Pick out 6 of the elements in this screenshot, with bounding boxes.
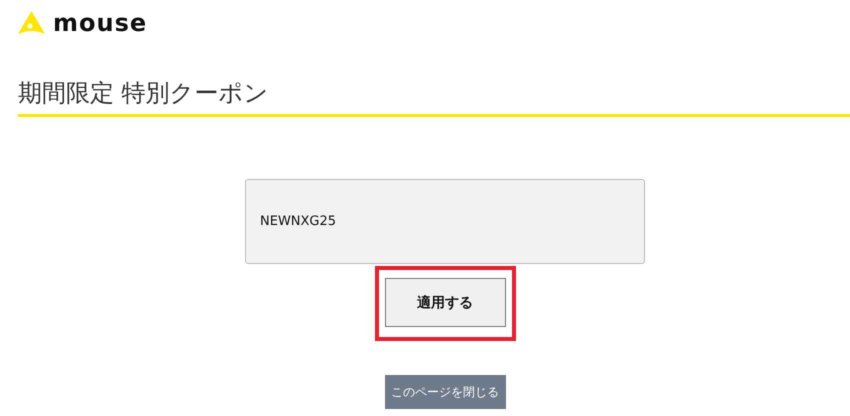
logo-icon xyxy=(18,11,45,35)
coupon-code-field[interactable]: NEWNXG25 xyxy=(245,179,645,264)
logo-text: mouse xyxy=(53,10,148,36)
page-title: 期間限定 特別クーポン xyxy=(18,78,269,108)
apply-button[interactable]: 適用する xyxy=(384,278,506,327)
close-page-button[interactable]: このページを閉じる xyxy=(384,375,506,409)
